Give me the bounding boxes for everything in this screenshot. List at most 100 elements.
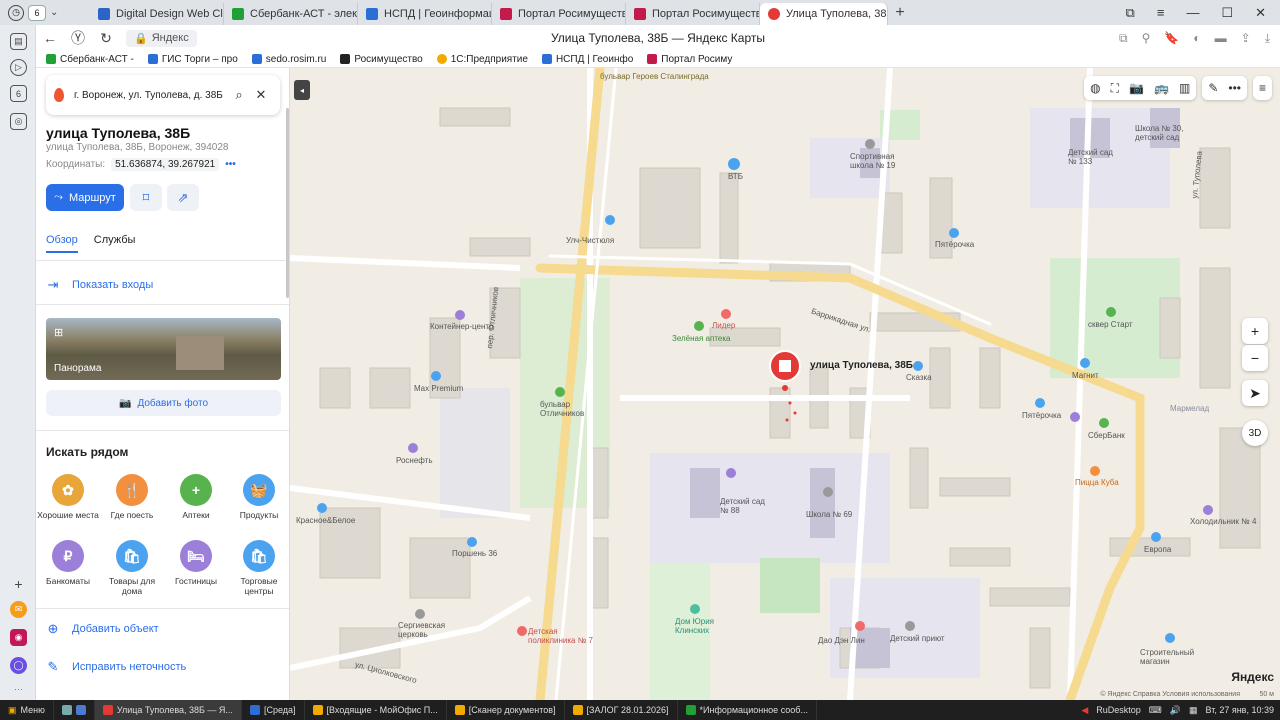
add-icon[interactable]: +	[10, 575, 27, 592]
keyboard-icon[interactable]: ⌨	[1149, 705, 1162, 716]
play-icon[interactable]: ▷	[10, 59, 27, 76]
close-window-icon[interactable]: ✕	[1255, 5, 1266, 21]
wallet-icon[interactable]: ▬	[1215, 31, 1227, 46]
tab-counter[interactable]: 6	[28, 4, 46, 21]
reload-button[interactable]: ↻	[92, 30, 120, 47]
tab-services[interactable]: Службы	[94, 234, 136, 253]
map-label: Лидер	[712, 321, 736, 330]
new-tab-button[interactable]: +	[888, 4, 912, 22]
minimize-icon[interactable]: —	[1186, 5, 1199, 20]
search-input[interactable]: г. Воронеж, ул. Туполева, д. 38Б	[74, 90, 228, 101]
start-menu[interactable]: ▣ Меню	[0, 700, 54, 720]
transport-icon[interactable]: 🚌	[1154, 81, 1169, 95]
clock[interactable]: Вт, 27 янв, 10:39	[1206, 705, 1275, 715]
back-button[interactable]: ←	[36, 30, 64, 46]
task-app-icon	[572, 705, 583, 715]
translate-icon[interactable]: ⧉	[1119, 31, 1128, 46]
search-box[interactable]: г. Воронеж, ул. Туполева, д. 38Б ⌕ ✕	[46, 75, 280, 115]
more-icon[interactable]: •••	[225, 159, 236, 170]
tab-overview[interactable]: Обзор	[46, 234, 78, 253]
zoom-out-button[interactable]: −	[1242, 345, 1268, 371]
show-entrances-link[interactable]: ⇥ Показать входы	[46, 277, 154, 293]
task-zalog[interactable]: [ЗАЛОГ 28.01.2026]	[565, 700, 678, 720]
history-icon[interactable]: ◷	[8, 4, 24, 21]
category-home-goods[interactable]: 🛍 Товары для дома	[100, 540, 164, 596]
tab-favicon-icon	[98, 8, 110, 20]
tab-rosim-2[interactable]: Портал Росимущества	[626, 3, 760, 25]
category-malls[interactable]: 🛍 Торговые центры	[227, 540, 289, 596]
search-icon[interactable]: ⌕	[228, 87, 250, 103]
zoom-in-button[interactable]: +	[1242, 318, 1268, 344]
close-icon[interactable]: ✕	[250, 87, 272, 103]
tab-yandex-maps[interactable]: Улица Туполева, 38Б✕	[760, 3, 888, 25]
counter-icon[interactable]: 6	[10, 85, 27, 102]
fix-error-link[interactable]: ✎ Исправить неточность	[46, 659, 187, 675]
task-sreda[interactable]: [Среда]	[242, 700, 305, 720]
task-info[interactable]: *Информационное сооб...	[678, 700, 817, 720]
panorama-icon[interactable]: ⛶	[1111, 81, 1119, 96]
bookmark-icon[interactable]: 🔖	[1164, 31, 1179, 46]
tab-rosim-1[interactable]: Портал Росимущества	[492, 3, 626, 25]
url-host[interactable]: 🔒 Яндекс	[126, 29, 197, 47]
category-hotels[interactable]: 🛏 Гостиницы	[164, 540, 228, 586]
tray-app-label[interactable]: RuDesktop	[1096, 705, 1141, 715]
yandex-icon[interactable]: Ⓨ	[64, 28, 92, 48]
bookmark-1c[interactable]: 1С:Предприятие	[436, 54, 528, 65]
route-button[interactable]: ⤳ Маршрут	[46, 184, 124, 211]
maximize-icon[interactable]: ☐	[1221, 5, 1233, 21]
category-grocery[interactable]: 🧺 Продукты	[227, 474, 289, 520]
task-inbox[interactable]: [Входящие - МойОфис П...	[305, 700, 447, 720]
category-pharmacy[interactable]: + Аптеки	[164, 474, 228, 520]
bookmarks-icon[interactable]: ⧉	[1126, 5, 1135, 21]
category-food[interactable]: 🍴 Где поесть	[100, 474, 164, 520]
more-icon[interactable]: ⋯	[10, 681, 27, 698]
tab-digital-design[interactable]: Digital Design Web Client	[90, 3, 224, 25]
map-canvas[interactable]: ◂ бульвар Героев Сталинграда ВТБ Спортив…	[290, 68, 1280, 700]
menu-button[interactable]: ≡	[1252, 76, 1272, 100]
realty-icon[interactable]: ▥	[1179, 81, 1190, 95]
3d-button[interactable]: 3D	[1242, 420, 1268, 446]
volume-icon[interactable]: 🔊	[1170, 705, 1181, 716]
rudesktop-icon[interactable]: ◀	[1081, 705, 1088, 716]
my-location-button[interactable]: ➤	[1242, 380, 1268, 406]
app-icon[interactable]: ◉	[10, 629, 27, 646]
screenshot-icon[interactable]: ◎	[10, 113, 27, 130]
panel-scrollbar[interactable]	[286, 108, 289, 298]
tab-sberbank-ast[interactable]: Сбербанк-АСТ - электрон	[224, 3, 358, 25]
category-atm[interactable]: ₽ Банкоматы	[36, 540, 100, 586]
panorama-preview[interactable]: ⊞ Панорама	[46, 318, 281, 380]
more-icon[interactable]: •••	[1228, 81, 1241, 95]
bookmark-nspd[interactable]: НСПД | Геоинфо	[541, 54, 633, 65]
location-icon[interactable]: ⚲	[1142, 31, 1151, 46]
bookmark-sedo[interactable]: sedo.rosim.ru	[251, 54, 326, 65]
network-icon[interactable]: ▦	[1189, 705, 1198, 716]
task-scanner[interactable]: [Сканер документов]	[447, 700, 565, 720]
bookmark-portal[interactable]: Портал Росиму	[647, 54, 732, 65]
chevron-down-icon[interactable]: ⌄	[50, 7, 58, 18]
ruler-icon[interactable]: ✎	[1208, 81, 1218, 95]
mail-app-icon[interactable]: ✉	[10, 601, 27, 618]
add-photo-button[interactable]: 📷 Добавить фото	[46, 390, 281, 416]
task-yandex[interactable]: Улица Туполева, 38Б — Я...	[94, 700, 242, 720]
collapse-panel-button[interactable]: ◂	[294, 80, 310, 100]
bookmark-button[interactable]: ⌑	[130, 184, 162, 211]
tab-nspd[interactable]: НСПД | Геоинформацио	[358, 3, 492, 25]
category-good-places[interactable]: ✿ Хорошие места	[36, 474, 100, 520]
share-button[interactable]: ⇗	[167, 184, 199, 211]
layers-icon[interactable]: ◍	[1090, 81, 1100, 95]
coordinates-value[interactable]: 51.636874, 39.267921	[111, 158, 220, 171]
share-icon[interactable]: ⇪	[1241, 31, 1251, 46]
add-object-link[interactable]: ⊕ Добавить объект	[46, 621, 159, 637]
pin-label[interactable]: улица Туполева, 38Б	[810, 360, 913, 371]
quick-launch[interactable]	[54, 700, 95, 720]
collections-icon[interactable]: ▤	[10, 33, 27, 50]
download-icon[interactable]: ⤓	[1265, 31, 1270, 46]
alice-icon[interactable]: ◯	[10, 657, 27, 674]
bookmark-rosim[interactable]: Росимущество	[340, 54, 423, 65]
bookmark-gis-torgi[interactable]: ГИС Торги – про	[147, 54, 238, 65]
menu-icon[interactable]: ≡	[1157, 5, 1165, 20]
attribution[interactable]: © Яндекс Справка Условия использования	[1100, 691, 1240, 698]
camera-icon[interactable]: 📷	[1129, 81, 1144, 95]
extension-icon[interactable]: ◐	[1193, 31, 1200, 46]
bookmark-sberbank[interactable]: Сбербанк-АСТ -	[46, 54, 134, 65]
